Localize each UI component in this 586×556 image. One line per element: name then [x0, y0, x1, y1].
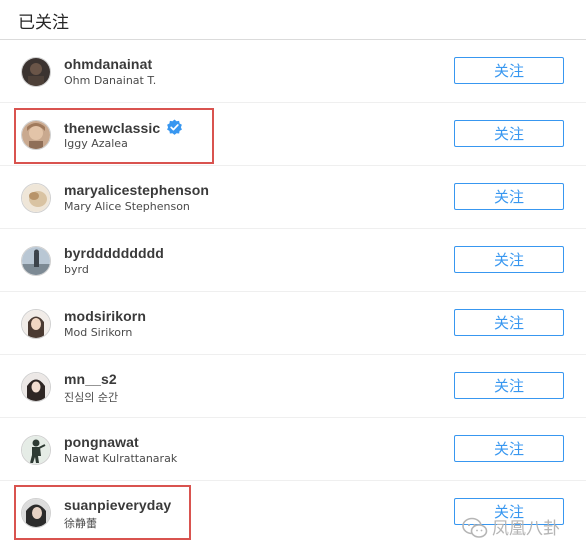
list-item[interactable]: pongnawat Nawat Kulrattanarak 关注 [0, 418, 586, 481]
avatar-icon [22, 436, 50, 464]
avatar[interactable] [21, 183, 51, 213]
username[interactable]: maryalicestephenson [64, 182, 209, 198]
list-item[interactable]: mn__s2 진심의 순간 关注 [0, 355, 586, 418]
avatar-icon [22, 58, 50, 86]
following-panel: 已关注 ohmdanainat Ohm Danainat T. 关注 thene… [0, 0, 586, 556]
full-name: Nawat Kulrattanarak [64, 452, 178, 465]
list-item[interactable]: byrddddddddd byrd 关注 [0, 229, 586, 292]
full-name: Mod Sirikorn [64, 326, 133, 339]
avatar-icon [22, 310, 50, 338]
full-name: Mary Alice Stephenson [64, 200, 190, 213]
avatar[interactable] [21, 57, 51, 87]
follow-button[interactable]: 关注 [454, 57, 564, 84]
avatar[interactable] [21, 372, 51, 402]
avatar[interactable] [21, 246, 51, 276]
watermark: 凤凰八卦 [462, 514, 560, 540]
username[interactable]: byrddddddddd [64, 245, 164, 261]
wechat-icon [462, 517, 488, 538]
follow-button[interactable]: 关注 [454, 372, 564, 399]
avatar-icon [22, 373, 50, 401]
avatar-icon [22, 247, 50, 275]
list-item[interactable]: ohmdanainat Ohm Danainat T. 关注 [0, 40, 586, 103]
watermark-text: 凤凰八卦 [492, 519, 560, 539]
username[interactable]: modsirikorn [64, 308, 146, 324]
avatar[interactable] [21, 435, 51, 465]
highlight-box [14, 108, 214, 164]
highlight-box [14, 485, 191, 540]
full-name: 진심의 순간 [64, 391, 119, 404]
follow-button[interactable]: 关注 [454, 246, 564, 273]
header: 已关注 [0, 0, 586, 40]
follow-button[interactable]: 关注 [454, 435, 564, 462]
follow-button[interactable]: 关注 [454, 120, 564, 147]
full-name: Ohm Danainat T. [64, 74, 157, 87]
follow-button[interactable]: 关注 [454, 183, 564, 210]
follow-button[interactable]: 关注 [454, 309, 564, 336]
full-name: byrd [64, 263, 89, 276]
list-item[interactable]: maryalicestephenson Mary Alice Stephenso… [0, 166, 586, 229]
list-item[interactable]: modsirikorn Mod Sirikorn 关注 [0, 292, 586, 355]
avatar-icon [22, 184, 50, 212]
username[interactable]: pongnawat [64, 434, 139, 450]
username[interactable]: ohmdanainat [64, 56, 152, 72]
avatar[interactable] [21, 309, 51, 339]
username[interactable]: mn__s2 [64, 371, 117, 387]
page-title: 已关注 [18, 13, 69, 33]
